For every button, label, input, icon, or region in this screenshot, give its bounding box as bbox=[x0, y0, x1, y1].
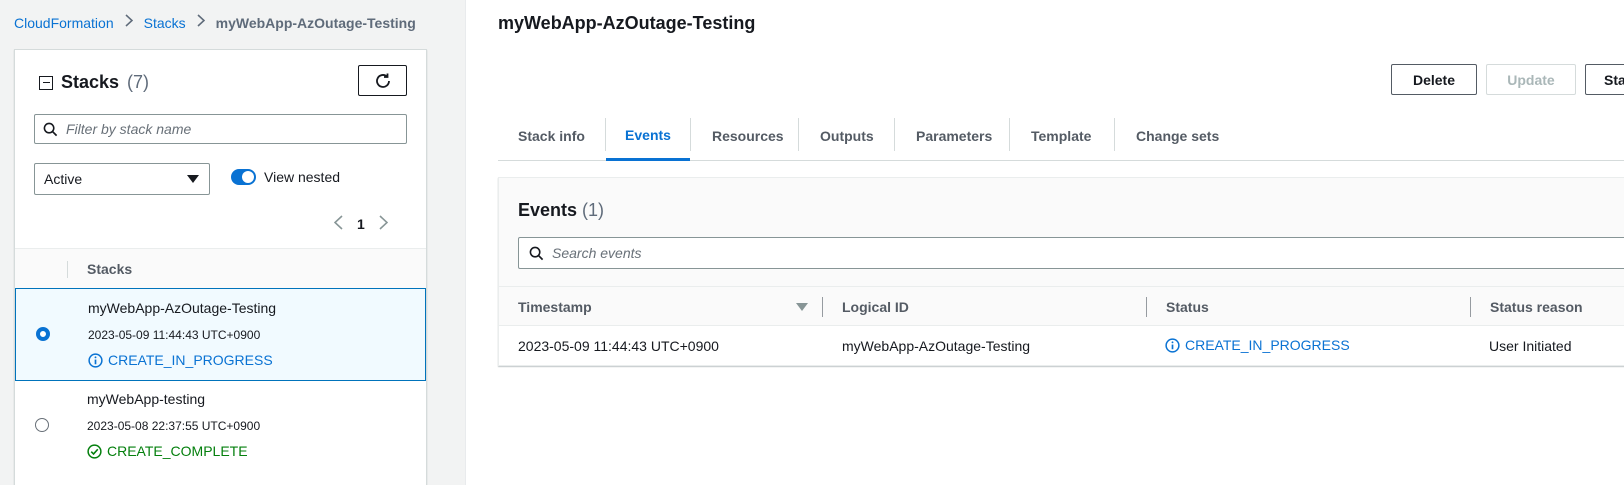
events-count: (1) bbox=[582, 200, 605, 220]
tab-divider bbox=[894, 118, 895, 151]
events-header: Events (1) bbox=[499, 178, 1624, 286]
column-divider bbox=[67, 261, 68, 278]
stack-status: CREATE_COMPLETE bbox=[87, 443, 248, 459]
update-button[interactable]: Update bbox=[1486, 64, 1576, 95]
stack-radio[interactable] bbox=[35, 418, 49, 432]
stack-status-text: CREATE_IN_PROGRESS bbox=[108, 352, 273, 368]
view-nested-label: View nested bbox=[264, 169, 341, 185]
tab-parameters[interactable]: Parameters bbox=[916, 111, 992, 160]
tab-divider bbox=[1114, 118, 1115, 151]
stack-name: myWebApp-testing bbox=[87, 391, 206, 407]
toggle-switch[interactable] bbox=[231, 169, 256, 185]
column-divider[interactable] bbox=[1470, 297, 1471, 317]
page-number[interactable]: 1 bbox=[357, 216, 365, 232]
tab-change-sets[interactable]: Change sets bbox=[1136, 111, 1219, 160]
events-panel: Events (1) Timestamp Logical ID Status S… bbox=[498, 177, 1624, 366]
chevron-right-icon bbox=[125, 14, 133, 31]
pagination: 1 bbox=[333, 215, 388, 233]
tab-template[interactable]: Template bbox=[1031, 111, 1091, 160]
page-title: myWebApp-AzOutage-Testing bbox=[498, 13, 756, 33]
breadcrumb: CloudFormation Stacks myWebApp-AzOutage-… bbox=[14, 14, 416, 31]
stack-actions-button[interactable]: Sta bbox=[1585, 64, 1624, 95]
tab-divider bbox=[1009, 118, 1010, 151]
stacks-panel-header: Stacks (7) bbox=[39, 72, 149, 93]
info-icon bbox=[88, 352, 103, 368]
search-events-field[interactable] bbox=[552, 245, 1452, 261]
stack-tabs: Stack info Events Resources Outputs Para… bbox=[498, 111, 1624, 161]
stacks-panel: Stacks (7) Active View nested bbox=[14, 49, 427, 485]
stack-status-text: CREATE_COMPLETE bbox=[107, 443, 248, 459]
stack-row[interactable]: myWebApp-AzOutage-Testing 2023-05-09 11:… bbox=[15, 288, 426, 381]
status-filter-value: Active bbox=[44, 171, 83, 187]
search-icon bbox=[529, 246, 544, 260]
chevron-right-icon bbox=[197, 14, 205, 31]
column-logical-id[interactable]: Logical ID bbox=[842, 299, 909, 315]
stack-radio-selected[interactable] bbox=[36, 327, 50, 341]
breadcrumb-current: myWebApp-AzOutage-Testing bbox=[215, 14, 416, 31]
filter-stacks-input[interactable] bbox=[34, 114, 407, 144]
chevron-right-icon[interactable] bbox=[379, 215, 388, 233]
filter-stacks-field[interactable] bbox=[66, 121, 386, 137]
event-status-text: CREATE_IN_PROGRESS bbox=[1185, 337, 1350, 353]
stacks-sidebar: CloudFormation Stacks myWebApp-AzOutage-… bbox=[0, 0, 466, 485]
breadcrumb-stacks[interactable]: Stacks bbox=[144, 15, 186, 31]
events-table-header: Timestamp Logical ID Status Status reaso… bbox=[499, 286, 1624, 326]
search-icon bbox=[43, 122, 58, 136]
stacks-column-header: Stacks bbox=[87, 261, 133, 277]
stacks-panel-title: Stacks bbox=[61, 72, 120, 92]
stack-status: CREATE_IN_PROGRESS bbox=[88, 352, 273, 368]
delete-button[interactable]: Delete bbox=[1391, 64, 1477, 95]
info-icon bbox=[1165, 337, 1180, 353]
stacks-table-header: Stacks bbox=[15, 248, 426, 289]
tab-resources[interactable]: Resources bbox=[712, 111, 784, 160]
view-nested-toggle[interactable]: View nested bbox=[231, 169, 340, 185]
chevron-left-icon[interactable] bbox=[333, 215, 343, 233]
collapse-icon[interactable] bbox=[39, 75, 53, 90]
sort-down-icon[interactable] bbox=[796, 303, 808, 311]
breadcrumb-cloudformation[interactable]: CloudFormation bbox=[14, 15, 114, 31]
stack-name: myWebApp-AzOutage-Testing bbox=[88, 300, 277, 316]
column-divider[interactable] bbox=[1146, 297, 1147, 317]
stack-row[interactable]: myWebApp-testing 2023-05-08 22:37:55 UTC… bbox=[15, 380, 426, 473]
stack-timestamp: 2023-05-09 11:44:43 UTC+0900 bbox=[88, 328, 261, 342]
stacks-count: (7) bbox=[127, 72, 150, 92]
events-title: Events (1) bbox=[518, 200, 604, 221]
column-status-reason[interactable]: Status reason bbox=[1490, 299, 1583, 315]
tab-events[interactable]: Events bbox=[606, 111, 690, 161]
search-events-input[interactable] bbox=[518, 237, 1624, 269]
column-timestamp[interactable]: Timestamp bbox=[518, 299, 592, 315]
column-status[interactable]: Status bbox=[1166, 299, 1209, 315]
event-status: CREATE_IN_PROGRESS bbox=[1165, 337, 1350, 353]
event-timestamp: 2023-05-09 11:44:43 UTC+0900 bbox=[518, 338, 719, 354]
events-title-text: Events bbox=[518, 200, 578, 220]
event-logical-id: myWebApp-AzOutage-Testing bbox=[842, 338, 1031, 354]
stack-timestamp: 2023-05-08 22:37:55 UTC+0900 bbox=[87, 419, 261, 433]
event-status-reason: User Initiated bbox=[1489, 338, 1572, 354]
refresh-icon bbox=[375, 73, 390, 88]
column-divider[interactable] bbox=[822, 297, 823, 317]
events-table-row: 2023-05-09 11:44:43 UTC+0900 myWebApp-Az… bbox=[499, 326, 1624, 367]
refresh-button[interactable] bbox=[358, 65, 407, 96]
check-circle-icon bbox=[87, 443, 102, 459]
caret-down-icon bbox=[187, 175, 199, 183]
status-filter-select[interactable]: Active bbox=[34, 163, 210, 195]
tab-stack-info[interactable]: Stack info bbox=[518, 111, 585, 160]
tab-outputs[interactable]: Outputs bbox=[820, 111, 874, 160]
tab-divider bbox=[798, 118, 799, 151]
tab-divider bbox=[690, 118, 691, 151]
